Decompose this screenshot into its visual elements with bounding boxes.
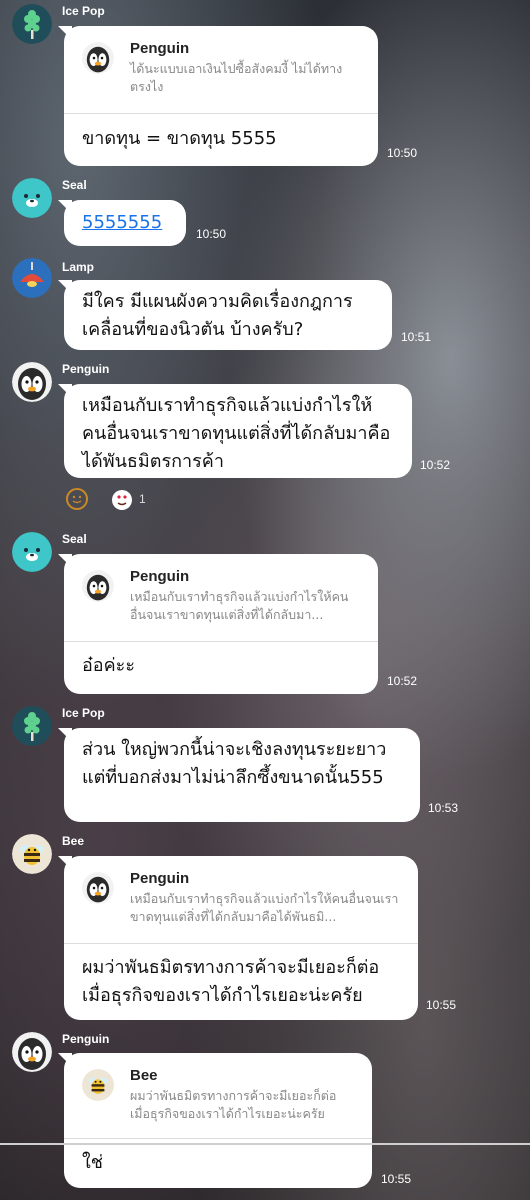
heart-eyes-reaction-icon[interactable]: [112, 490, 132, 510]
ice-pop-avatar-icon[interactable]: [12, 4, 52, 44]
reaction-count: 1: [139, 492, 146, 506]
timestamp: 10:55: [426, 998, 457, 1012]
message-bubble[interactable]: 5555555: [64, 200, 186, 246]
sender-name: Penguin: [62, 362, 110, 376]
seal-avatar-icon[interactable]: [12, 532, 52, 572]
penguin-avatar-icon: [82, 42, 114, 74]
timestamp: 10:51: [401, 330, 432, 344]
quoted-message[interactable]: Penguin ได้นะแบบเอาเงินไปซื้อสังคมงี้ ไม…: [64, 26, 378, 114]
penguin-avatar-icon: [82, 872, 114, 904]
message-bubble[interactable]: มีใคร มีแผนผังความคิดเรื่องกฎการเคลื่อนท…: [64, 280, 392, 350]
quoted-sender: Penguin: [130, 568, 190, 585]
penguin-avatar-icon: [82, 570, 114, 602]
timestamp: 10:52: [387, 674, 418, 688]
message-bubble[interactable]: Bee ผมว่าพันธมิตรทางการค้าจะมีเยอะก็ต่อเ…: [64, 1053, 372, 1188]
message-text: ผมว่าพันธมิตรทางการค้าจะมีเยอะก็ต่อเมื่อ…: [82, 957, 380, 1006]
sender-name: Seal: [62, 178, 87, 192]
message-text: มีใคร มีแผนผังความคิดเรื่องกฎการเคลื่อนท…: [82, 291, 353, 340]
ice-pop-avatar-icon[interactable]: [12, 706, 52, 746]
quoted-sender: Penguin: [130, 40, 190, 57]
message-bubble[interactable]: เหมือนกับเราทำธุรกิจแล้วแบ่งกำไรให้คนอื่…: [64, 384, 412, 478]
sender-name: Seal: [62, 532, 87, 546]
sender-name: Lamp: [62, 260, 95, 274]
timestamp: 10:50: [196, 227, 227, 241]
message-bubble[interactable]: Penguin เหมือนกับเราทำธุรกิจแล้วแบ่งกำไร…: [64, 554, 378, 694]
timestamp: 10:55: [381, 1172, 412, 1186]
message-link[interactable]: 5555555: [82, 209, 162, 237]
quoted-text: เหมือนกับเราทำธุรกิจแล้วแบ่งกำไรให้คนอื่…: [130, 589, 349, 622]
sender-name: Ice Pop: [62, 706, 105, 720]
message-bubble[interactable]: Penguin ได้นะแบบเอาเงินไปซื้อสังคมงี้ ไม…: [64, 26, 378, 166]
divider: [0, 1143, 530, 1145]
seal-avatar-icon[interactable]: [12, 178, 52, 218]
quoted-message[interactable]: Bee ผมว่าพันธมิตรทางการค้าจะมีเยอะก็ต่อเ…: [64, 1053, 372, 1139]
quoted-text: เหมือนกับเราทำธุรกิจแล้วแบ่งกำไรให้คนอื่…: [130, 891, 399, 924]
sender-name: Ice Pop: [62, 4, 105, 18]
lamp-avatar-icon[interactable]: [12, 258, 52, 298]
message-text: ใช่: [82, 1152, 104, 1173]
message-text: ส่วน ใหญ่พวกนี้น่าจะเชิงลงทุนระยะยาว แต่…: [82, 739, 387, 788]
timestamp: 10:52: [420, 458, 451, 472]
sender-name: Penguin: [62, 1032, 110, 1046]
penguin-avatar-icon[interactable]: [12, 1032, 52, 1072]
message-bubble[interactable]: ส่วน ใหญ่พวกนี้น่าจะเชิงลงทุนระยะยาว แต่…: [64, 728, 420, 822]
bee-avatar-icon: [82, 1069, 114, 1101]
quoted-message[interactable]: Penguin เหมือนกับเราทำธุรกิจแล้วแบ่งกำไร…: [64, 856, 418, 944]
bee-avatar-icon[interactable]: [12, 834, 52, 874]
sender-name: Bee: [62, 834, 85, 848]
timestamp: 10:50: [387, 146, 418, 160]
message-bubble[interactable]: Penguin เหมือนกับเราทำธุรกิจแล้วแบ่งกำไร…: [64, 856, 418, 1020]
quoted-message[interactable]: Penguin เหมือนกับเราทำธุรกิจแล้วแบ่งกำไร…: [64, 554, 378, 642]
penguin-avatar-icon[interactable]: [12, 362, 52, 402]
quoted-sender: Bee: [130, 1067, 158, 1084]
message-text: เหมือนกับเราทำธุรกิจแล้วแบ่งกำไรให้คนอื่…: [82, 395, 391, 472]
quoted-text: ได้นะแบบเอาเงินไปซื้อสังคมงี้ ไม่ได้ทางต…: [130, 61, 343, 94]
smile-reaction-icon[interactable]: [66, 488, 88, 510]
quoted-text: ผมว่าพันธมิตรทางการค้าจะมีเยอะก็ต่อเมื่อ…: [130, 1088, 337, 1121]
message-text: ขาดทุน = ขาดทุน 5555: [82, 128, 277, 149]
quoted-sender: Penguin: [130, 870, 190, 887]
message-text: อ๋อค่ะะ: [82, 655, 135, 676]
timestamp: 10:53: [428, 801, 459, 815]
